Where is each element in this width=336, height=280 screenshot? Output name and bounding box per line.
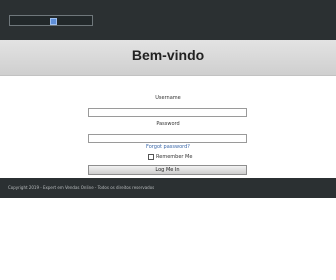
forgot-password-link[interactable]: Forgot password? bbox=[0, 144, 336, 150]
login-button[interactable]: Log Me In bbox=[88, 165, 247, 175]
username-label: Username bbox=[155, 95, 181, 101]
remember-me[interactable]: Remember Me bbox=[148, 154, 192, 160]
copyright-text: Copyright 2019 - Expert em Vendas Online… bbox=[8, 185, 155, 190]
remember-me-label: Remember Me bbox=[156, 154, 193, 160]
login-form: Username Password Forgot password? Remem… bbox=[0, 0, 336, 280]
username-input[interactable] bbox=[88, 108, 247, 117]
footer: Copyright 2019 - Expert em Vendas Online… bbox=[0, 178, 336, 198]
password-label: Password bbox=[156, 121, 180, 127]
remember-me-checkbox[interactable] bbox=[148, 154, 154, 160]
password-input[interactable] bbox=[88, 134, 247, 143]
